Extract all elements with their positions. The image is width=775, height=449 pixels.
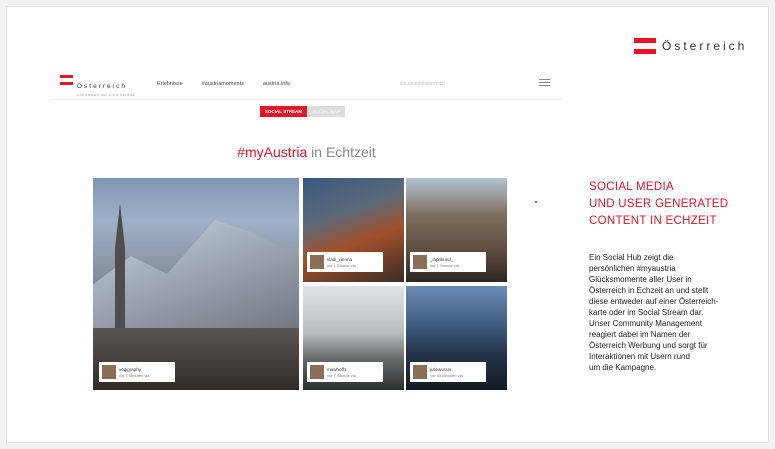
nav-link-erlebnisse[interactable]: Erlebnisse — [157, 81, 183, 87]
photo-prater-wheel[interactable]: vladi_vienna vor 1 Stunde via — [303, 178, 404, 282]
site-navbar: Österreich ANKOMMEN BEI SICH SELBST Erle… — [50, 66, 563, 100]
post-user: vladi_vienna — [327, 256, 353, 262]
avatar — [310, 365, 324, 379]
photo-lake-evening[interactable]: juliewurzer vor 43 Minuten via — [406, 286, 507, 390]
side-title: SOCIAL MEDIA UND USER GENERATED CONTENT … — [589, 179, 759, 230]
stream-tabs: SOCIAL STREAM SOCIAL MAP — [260, 106, 346, 117]
photo-grid: vogigraphy vor 7 Minuten via vladi_vienna… — [93, 178, 507, 390]
headline-rest: in Echtzeit — [307, 144, 376, 160]
photo-salzburg-fortress[interactable]: mawhoff1 vor 7 Stunde via — [303, 286, 404, 390]
post-caption: _laprikund_ vor 1 Stunde via — [410, 252, 486, 272]
tab-social-stream[interactable]: SOCIAL STREAM — [260, 106, 308, 117]
side-description: Ein Social Hub zeigt die persönlichen #m… — [589, 252, 759, 373]
avatar — [310, 255, 324, 269]
side-title-line: SOCIAL MEDIA — [589, 181, 674, 193]
photo-old-town-street[interactable]: _laprikund_ vor 1 Stunde via — [406, 178, 507, 282]
brand-logo: Österreich — [634, 38, 747, 54]
photo-hallstatt[interactable]: vogigraphy vor 7 Minuten via — [93, 178, 299, 390]
site-logo-subtitle: ANKOMMEN BEI SICH SELBST — [77, 93, 136, 97]
post-caption: vladi_vienna vor 1 Stunde via — [307, 252, 383, 272]
side-body-line: um die Kampagne. — [589, 363, 657, 372]
side-body-line: Unser Community Management — [589, 319, 702, 328]
cursor-dot — [535, 201, 537, 203]
site-nav-links: Erlebnisse #austriamoments austria.info — [157, 81, 290, 87]
post-caption: mawhoff1 vor 7 Stunde via — [307, 362, 383, 382]
side-body-line: Österreich Werbung und sorgt für — [589, 341, 708, 350]
side-title-line: CONTENT IN ECHZEIT — [589, 215, 717, 227]
tab-social-map[interactable]: SOCIAL MAP — [307, 106, 346, 117]
site-logo-text: Österreich — [77, 83, 127, 90]
hashtag-hint: ich.urlaubtosterreich — [400, 81, 446, 87]
page-headline: #myAustria in Echtzeit — [50, 144, 563, 160]
nav-link-austria-info[interactable]: austria.info — [263, 81, 290, 87]
brand-name: Österreich — [662, 39, 748, 53]
hamburger-menu-icon[interactable] — [539, 79, 550, 88]
post-time: vor 7 Stunde via — [327, 372, 356, 378]
side-body-line: karte oder im Social Stream dar. — [589, 308, 704, 317]
avatar — [413, 255, 427, 269]
side-body-line: reagiert dabei im Namen der — [589, 330, 691, 339]
post-time: vor 7 Minuten via — [119, 372, 150, 378]
post-caption: juliewurzer vor 43 Minuten via — [410, 362, 486, 382]
avatar — [102, 365, 116, 379]
website-screenshot: Österreich ANKOMMEN BEI SICH SELBST Erle… — [50, 66, 563, 396]
side-body-line: persönlichen #myaustria — [589, 264, 676, 273]
post-time: vor 43 Minuten via — [430, 372, 463, 378]
post-time: vor 1 Stunde via — [327, 262, 356, 268]
site-logo[interactable]: Österreich ANKOMMEN BEI SICH SELBST — [60, 75, 135, 97]
post-time: vor 1 Stunde via — [430, 262, 459, 268]
side-body-line: Glücksmomente aller User in — [589, 275, 692, 284]
side-body-line: Ein Social Hub zeigt die — [589, 253, 674, 262]
post-caption: vogigraphy vor 7 Minuten via — [99, 362, 175, 382]
side-body-line: diese entweder auf einer Österreich- — [589, 297, 719, 306]
side-title-line: UND USER GENERATED — [589, 198, 729, 210]
headline-hashtag: #myAustria — [237, 144, 308, 160]
avatar — [413, 365, 427, 379]
side-body-line: Österreich in Echzeit an und stellt — [589, 286, 709, 295]
side-body-line: Interaktionen mit Usern rund — [589, 352, 690, 361]
austria-flag-icon — [60, 75, 73, 85]
nav-link-austriamoments[interactable]: #austriamoments — [202, 81, 244, 87]
austria-flag-icon — [634, 38, 656, 54]
